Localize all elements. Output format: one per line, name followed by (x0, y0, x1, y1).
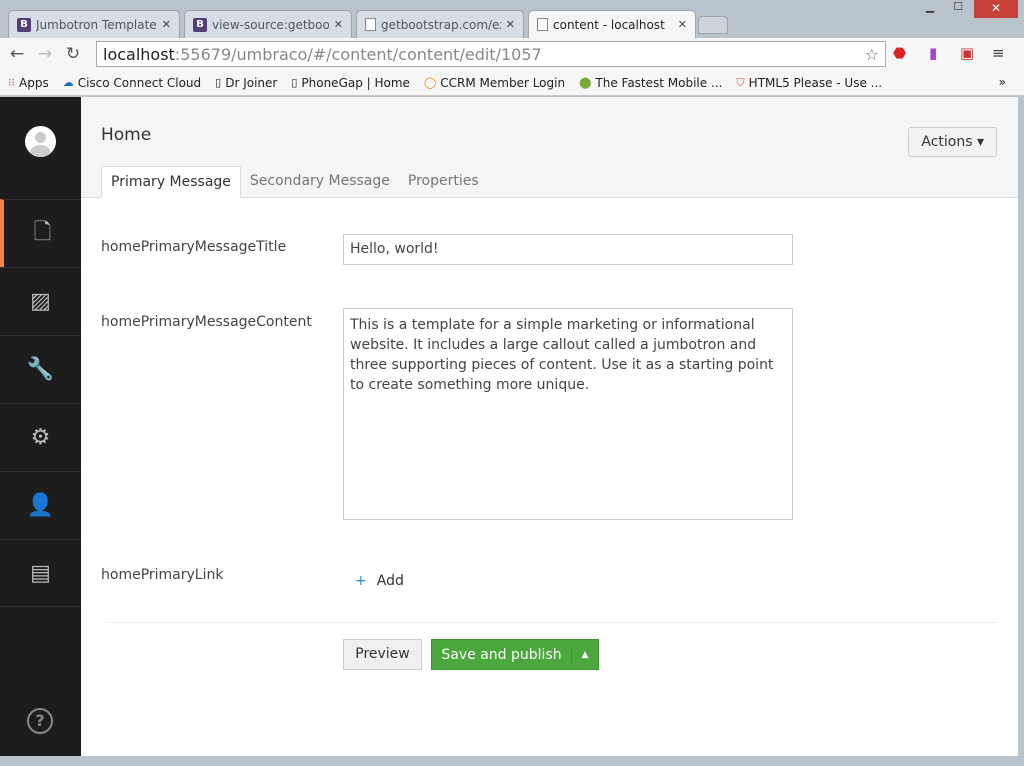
page-title: Home (101, 125, 152, 145)
divider (105, 622, 997, 623)
more-bookmarks[interactable]: » (999, 75, 1006, 89)
forward-icon[interactable]: → (34, 44, 56, 64)
save-publish-group: Save and publish ▲ (431, 639, 599, 670)
avatar[interactable] (25, 126, 56, 157)
tab-properties[interactable]: Properties (399, 166, 488, 198)
bookmark-star-icon[interactable]: ☆ (865, 45, 879, 64)
title-label: homePrimaryMessageTitle (101, 239, 287, 255)
address-bar[interactable]: localhost:55679/umbraco/#/content/conten… (96, 41, 886, 67)
title-input[interactable]: Hello, world! (343, 234, 793, 265)
phonegap-icon: ▯ (291, 76, 298, 89)
cloud-icon: ☁ (62, 76, 74, 89)
close-icon[interactable]: ✕ (678, 18, 687, 31)
bootstrap-icon: B (17, 17, 31, 32)
browser-tab-bar: B Jumbotron Template ✕ Bview-source:getboo… (0, 0, 1024, 38)
wrench-icon: 🔧 (26, 357, 55, 382)
save-and-publish-button[interactable]: Save and publish (432, 646, 572, 663)
content-textarea[interactable]: This is a template for a simple marketin… (343, 308, 793, 520)
download-icon: ⬤ (579, 76, 592, 89)
actions-button[interactable]: Actions ▾ (908, 127, 997, 157)
page-icon (537, 18, 548, 31)
page-icon: ▯ (215, 76, 222, 89)
pocket-icon[interactable]: ▣ (960, 44, 974, 62)
apps-grid-icon: ⁝⁝ (8, 76, 15, 89)
editor-header: Home Actions ▾ Primary Message Secondary… (81, 97, 1018, 198)
sidebar: 🗋 ▨ 🔧 ⚙ 👤 ▤ ? (0, 97, 81, 756)
bookmark[interactable]: ☁ Cisco Connect Cloud (63, 76, 201, 90)
user-icon: 👤 (26, 493, 55, 518)
browser-tab-active[interactable]: content - localhost ✕ (528, 10, 696, 38)
html5-icon: ⛉ (736, 75, 745, 89)
help-icon[interactable]: ? (27, 708, 53, 734)
add-link-button[interactable]: + Add (355, 573, 404, 589)
phone-extension-icon[interactable]: ▮ (929, 44, 937, 62)
browser-toolbar: ← → ↻ localhost:55679/umbraco/#/content/… (0, 38, 1024, 70)
tab-secondary-message[interactable]: Secondary Message (241, 166, 399, 198)
content-label: homePrimaryMessageContent (101, 314, 312, 330)
image-icon: ▨ (30, 289, 51, 314)
bookmark[interactable]: ◯ CCRM Member Login (424, 76, 565, 90)
adblock-icon[interactable]: ⬣ (893, 44, 906, 62)
browser-tab[interactable]: Bview-source:getboots ✕ (184, 10, 352, 38)
bookmark[interactable]: ⬤ The Fastest Mobile ... (579, 76, 722, 90)
sidebar-item-settings[interactable]: 🔧 (0, 335, 81, 403)
document-icon: 🗋 (33, 219, 52, 245)
back-icon[interactable]: ← (6, 44, 28, 64)
new-tab-button[interactable] (698, 16, 728, 34)
page-icon (365, 18, 376, 31)
plus-icon: + (355, 573, 367, 589)
browser-tab[interactable]: getbootstrap.com/exa ✕ (356, 10, 524, 38)
id-card-icon: ▤ (30, 560, 51, 586)
bookmark[interactable]: ⛉ HTML5 Please - Use ... (736, 76, 882, 90)
sidebar-item-media[interactable]: ▨ (0, 267, 81, 335)
menu-icon[interactable]: ≡ (992, 44, 1005, 62)
bookmark-apps[interactable]: ⁝⁝ Apps (8, 76, 49, 90)
bookmark[interactable]: ▯ PhoneGap | Home (291, 76, 410, 90)
preview-button[interactable]: Preview (343, 639, 422, 670)
caret-up-icon[interactable]: ▲ (572, 650, 598, 660)
close-icon[interactable]: ✕ (162, 18, 171, 31)
close-icon[interactable]: ✕ (506, 18, 515, 31)
close-icon[interactable]: ✕ (334, 18, 343, 31)
window-close-button[interactable]: ✕ (974, 0, 1018, 18)
sidebar-item-developer[interactable]: ⚙ (0, 403, 81, 471)
content-editor: Home Actions ▾ Primary Message Secondary… (81, 97, 1018, 756)
browser-tab[interactable]: B Jumbotron Template ✕ (8, 10, 180, 38)
sidebar-item-members[interactable]: ▤ (0, 539, 81, 607)
maximize-button[interactable]: ☐ (946, 0, 970, 14)
link-label: homePrimaryLink (101, 567, 224, 583)
bootstrap-icon: B (193, 17, 207, 32)
ring-icon: ◯ (423, 76, 437, 89)
bookmark[interactable]: ▯ Dr Joiner (215, 76, 277, 90)
bookmarks-bar: ⁝⁝ Apps ☁ Cisco Connect Cloud ▯ Dr Joiner ▯… (0, 70, 1024, 96)
sidebar-item-content[interactable]: 🗋 (0, 199, 81, 267)
sidebar-item-users[interactable]: 👤 (0, 471, 81, 539)
reload-icon[interactable]: ↻ (62, 44, 84, 64)
tab-primary-message[interactable]: Primary Message (101, 166, 241, 198)
gear-icon: ⚙ (30, 425, 51, 450)
minimize-button[interactable]: ▁ (918, 0, 942, 14)
